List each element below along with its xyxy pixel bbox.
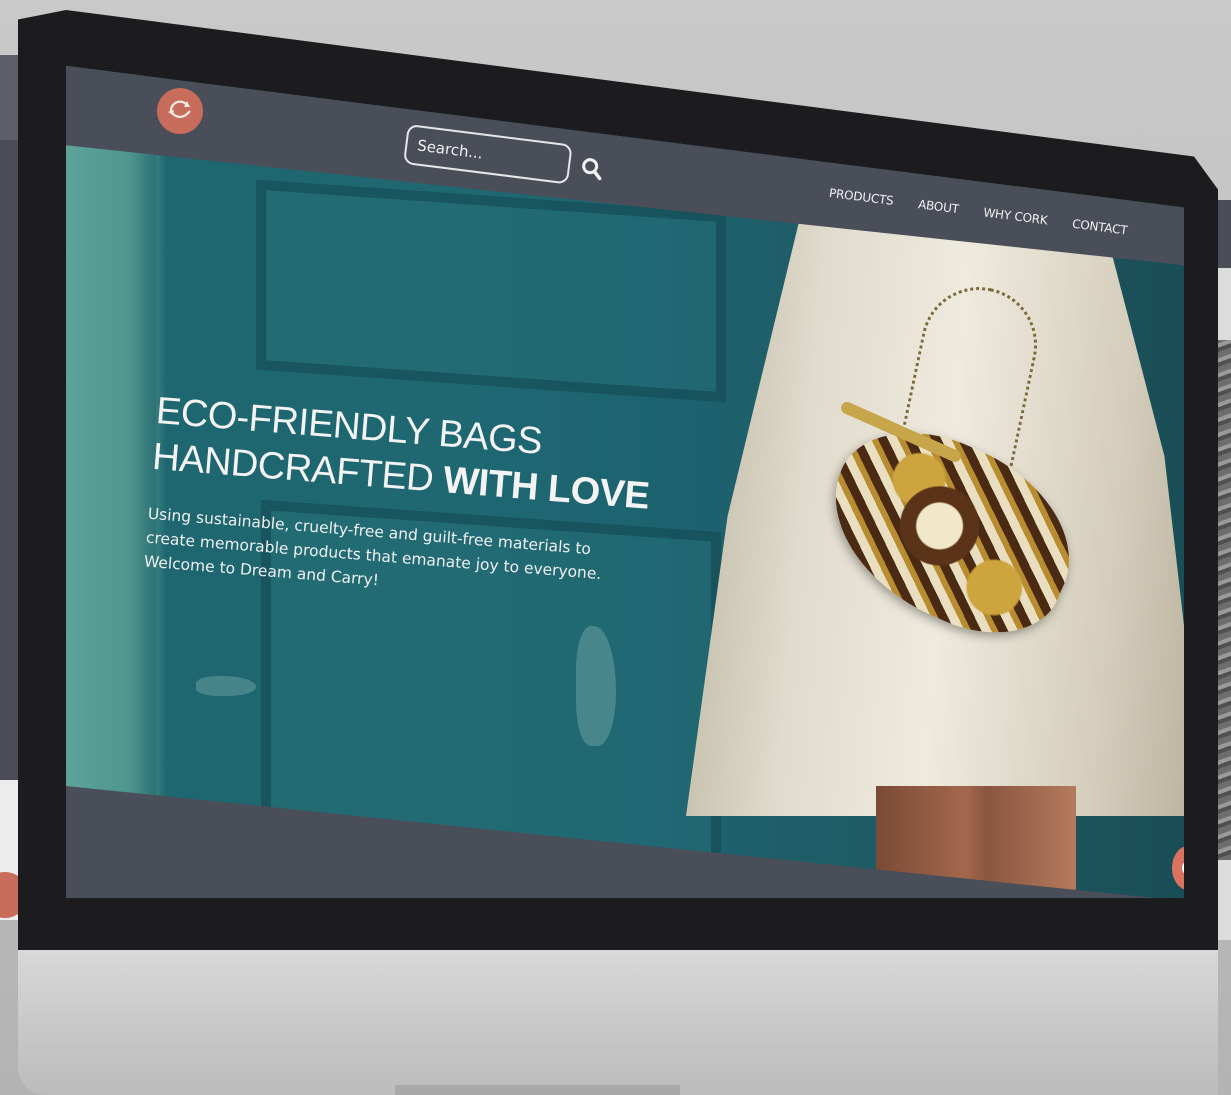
search-button[interactable] <box>578 155 605 182</box>
nav-item-why-cork[interactable]: WHY CORK <box>983 205 1049 227</box>
messenger-chat-icon <box>1182 860 1184 876</box>
door-panel-upper <box>256 179 726 403</box>
recycle-smile-logo-icon <box>168 100 191 119</box>
nav-item-contact[interactable]: CONTACT <box>1071 217 1128 238</box>
search-icon <box>582 158 602 181</box>
monitor-chin <box>18 950 1218 1095</box>
hero-copy: ECO-FRIENDLY BAGS HANDCRAFTED WITH LOVE … <box>143 388 656 614</box>
monitor-stand <box>395 1085 680 1095</box>
door-frame <box>66 66 156 898</box>
site-logo[interactable] <box>157 88 203 134</box>
website-screen: PRODUCTS ABOUT WHY CORK CONTACT ECO-FRIE… <box>66 66 1184 898</box>
nav-item-about[interactable]: ABOUT <box>917 197 959 216</box>
paint-chip <box>196 676 256 696</box>
nav-item-products[interactable]: PRODUCTS <box>828 186 894 208</box>
